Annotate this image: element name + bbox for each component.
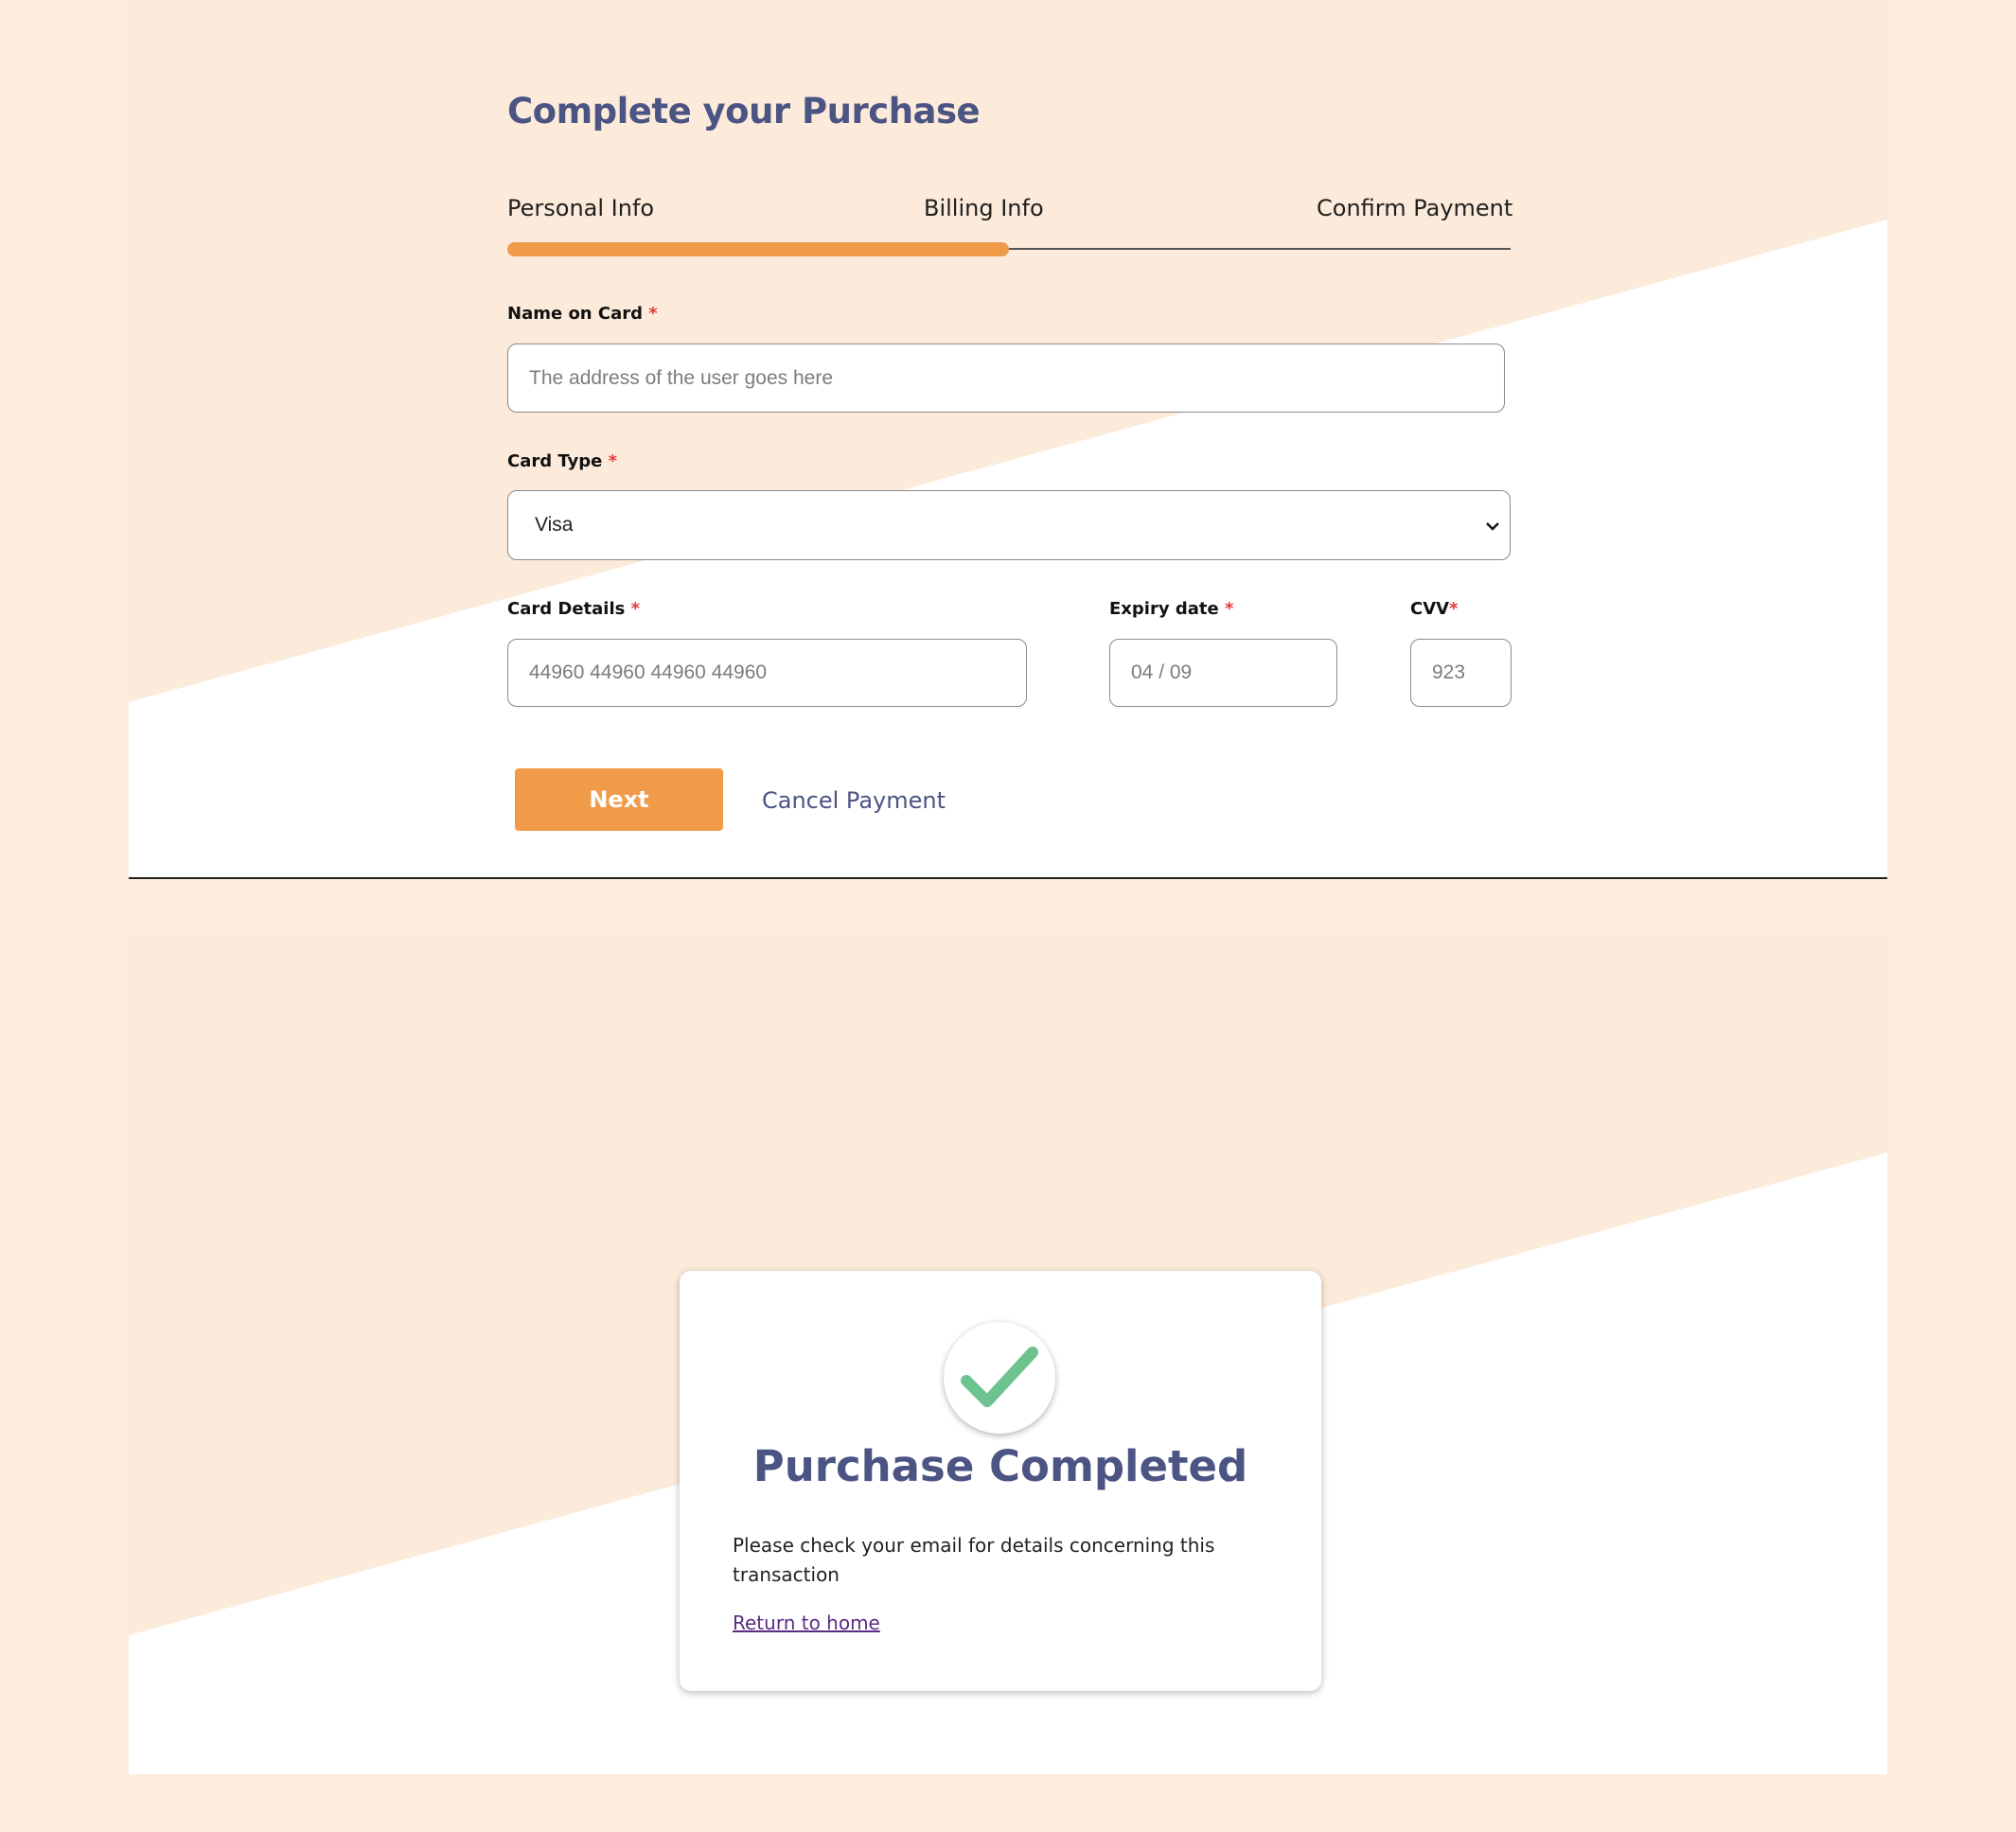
confirmation-message: Please check your email for details conc… (733, 1534, 1215, 1586)
cvv-input[interactable] (1410, 639, 1512, 707)
required-mark: * (630, 599, 641, 619)
name-on-card-label-text: Name on Card (507, 304, 644, 324)
card-number-input[interactable] (507, 639, 1027, 707)
step-confirm-payment[interactable]: Confirm Payment (1317, 195, 1512, 221)
panel-background (129, 0, 1887, 877)
card-details-label: Card Details * (507, 599, 640, 619)
confirmation-title: Purchase Completed (752, 1441, 1248, 1491)
card-type-label-text: Card Type (507, 451, 603, 471)
card-details-label-text: Card Details (507, 599, 626, 619)
required-mark: * (1449, 599, 1459, 619)
cvv-label: CVV* (1410, 599, 1459, 619)
card-type-select[interactable]: Visa (507, 490, 1511, 560)
return-home-link[interactable]: Return to home (733, 1612, 880, 1634)
card-type-value: Visa (535, 514, 574, 536)
confirmation-card: Purchase Completed Please check your ema… (680, 1271, 1321, 1691)
step-personal-info[interactable]: Personal Info (507, 195, 654, 221)
check-icon (961, 1347, 1038, 1407)
cvv-label-text: CVV (1410, 599, 1450, 619)
next-button[interactable]: Next (515, 768, 723, 831)
expiry-date-input[interactable] (1109, 639, 1337, 707)
name-on-card-label: Name on Card * (507, 304, 658, 324)
success-badge (944, 1322, 1055, 1434)
card-type-label: Card Type * (507, 451, 617, 471)
chevron-down-icon (1485, 516, 1500, 536)
expiry-date-label: Expiry date * (1109, 599, 1233, 619)
cancel-payment-link[interactable]: Cancel Payment (762, 787, 946, 814)
required-mark: * (1224, 599, 1234, 619)
name-on-card-input[interactable] (507, 344, 1505, 413)
step-billing-info[interactable]: Billing Info (924, 195, 1044, 221)
required-mark: * (608, 451, 618, 471)
required-mark: * (648, 304, 658, 324)
page-title: Complete your Purchase (507, 91, 981, 132)
expiry-date-label-text: Expiry date (1109, 599, 1219, 619)
progress-fill (507, 242, 1009, 256)
checkout-panel (129, 0, 1887, 879)
